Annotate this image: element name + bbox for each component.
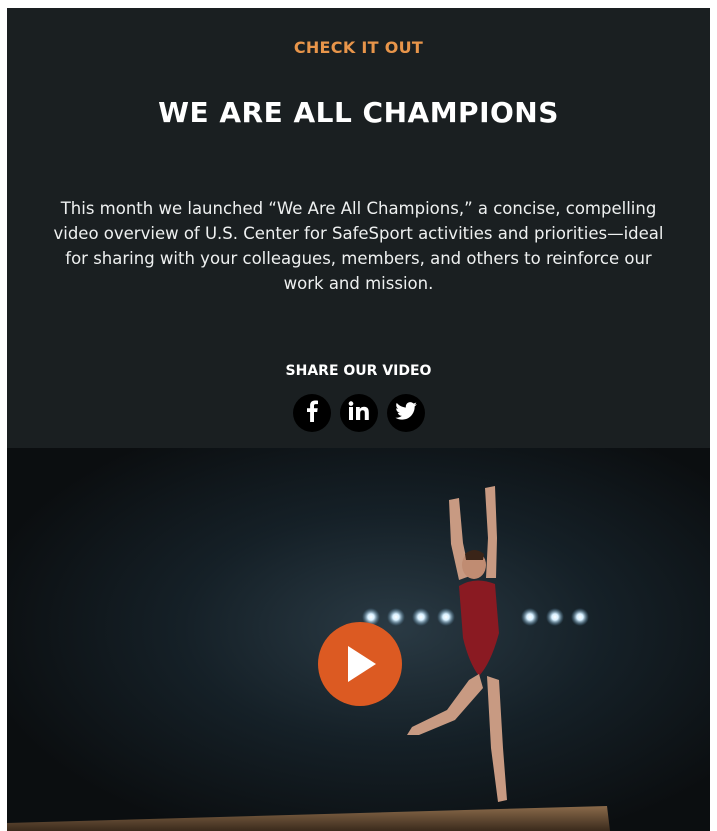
- twitter-icon: [394, 402, 417, 424]
- social-share-row: [7, 394, 710, 432]
- video-thumbnail[interactable]: [7, 448, 710, 831]
- share-label: SHARE OUR VIDEO: [285, 363, 432, 379]
- facebook-share-button[interactable]: [292, 394, 331, 432]
- eyebrow-label: CHECK IT OUT: [293, 38, 424, 57]
- linkedin-icon: [348, 401, 370, 425]
- facebook-icon: [305, 400, 319, 426]
- play-button[interactable]: [318, 622, 402, 706]
- newsletter-section: CHECK IT OUT WE ARE ALL CHAMPIONS This m…: [7, 8, 710, 831]
- twitter-share-button[interactable]: [386, 394, 425, 432]
- section-title: WE ARE ALL CHAMPIONS: [158, 96, 559, 129]
- linkedin-share-button[interactable]: [339, 394, 378, 432]
- play-icon: [342, 644, 378, 684]
- section-description: This month we launched “We Are All Champ…: [53, 199, 664, 293]
